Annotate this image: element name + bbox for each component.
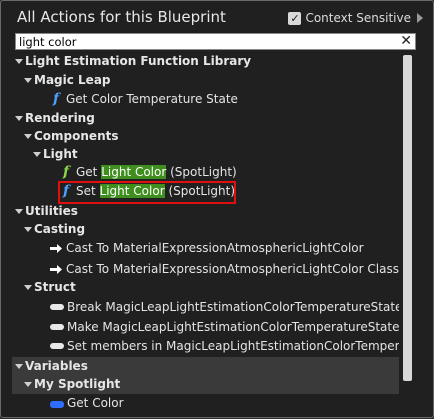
category-label: Casting bbox=[34, 222, 86, 236]
action-set-members-struct[interactable]: Set members in MagicLeapLightEstimationC… bbox=[12, 337, 399, 356]
category-label: My Spotlight bbox=[34, 377, 121, 391]
function-icon: f bbox=[63, 164, 70, 180]
collapse-arrow-icon[interactable] bbox=[15, 209, 23, 214]
struct-pill-icon bbox=[50, 304, 64, 310]
category-struct[interactable]: Struct bbox=[12, 278, 399, 297]
action-cast-atmospheric-light-color[interactable]: Cast To MaterialExpressionAtmosphericLig… bbox=[12, 239, 399, 258]
action-get-light-color[interactable]: f Get Light Color (SpotLight) bbox=[12, 163, 399, 182]
collapse-arrow-icon[interactable] bbox=[15, 59, 23, 64]
collapse-arrow-icon[interactable] bbox=[33, 152, 41, 157]
collapse-arrow-icon[interactable] bbox=[24, 285, 32, 290]
action-label: Get Light Color (SpotLight) bbox=[76, 163, 237, 182]
action-label: Cast To MaterialExpressionAtmosphericLig… bbox=[66, 241, 364, 255]
collapse-arrow-icon[interactable] bbox=[24, 227, 32, 232]
cast-arrow-icon bbox=[50, 265, 62, 274]
action-get-color-temperature-state[interactable]: f Get Color Temperature State bbox=[12, 90, 399, 109]
collapse-arrow-icon[interactable] bbox=[24, 78, 32, 83]
category-light[interactable]: Light bbox=[12, 145, 399, 164]
action-get-color[interactable]: Get Color bbox=[12, 394, 399, 413]
context-sensitive-label: Context Sensitive bbox=[305, 11, 411, 25]
selection-annotation-box bbox=[58, 181, 236, 204]
category-label: Magic Leap bbox=[34, 73, 111, 87]
category-label: Rendering bbox=[25, 111, 95, 125]
collapse-arrow-icon[interactable] bbox=[24, 382, 32, 387]
category-label: Components bbox=[34, 129, 119, 143]
struct-pill-icon bbox=[50, 343, 64, 349]
scrollbar-thumb[interactable] bbox=[403, 55, 412, 381]
category-label: Light Estimation Function Library bbox=[25, 54, 252, 68]
label-suffix: (SpotLight) bbox=[166, 165, 237, 179]
scrollbar[interactable] bbox=[403, 55, 412, 381]
action-break-struct[interactable]: Break MagicLeapLightEstimationColorTempe… bbox=[12, 298, 399, 317]
category-magic-leap[interactable]: Magic Leap bbox=[12, 71, 399, 90]
category-components[interactable]: Components bbox=[12, 127, 399, 146]
context-sensitive-toggle[interactable]: ✓ Context Sensitive bbox=[288, 10, 423, 26]
action-cast-atmospheric-light-color-class[interactable]: Cast To MaterialExpressionAtmosphericLig… bbox=[12, 260, 399, 279]
collapse-arrow-icon[interactable] bbox=[24, 134, 32, 139]
function-icon: f bbox=[53, 91, 60, 107]
collapse-arrow-icon[interactable] bbox=[15, 364, 23, 369]
search-input[interactable] bbox=[19, 34, 389, 49]
clear-search-icon[interactable]: ✕ bbox=[400, 33, 412, 49]
context-sensitive-checkbox[interactable]: ✓ bbox=[288, 11, 302, 25]
action-label: Get Color bbox=[67, 396, 124, 410]
variable-pill-icon bbox=[50, 401, 64, 408]
action-label: Get Color Temperature State bbox=[66, 92, 238, 106]
struct-pill-icon bbox=[50, 324, 64, 330]
category-variables[interactable]: Variables bbox=[12, 357, 399, 376]
category-label: Utilities bbox=[25, 204, 78, 218]
action-label: Break MagicLeapLightEstimationColorTempe… bbox=[67, 300, 399, 314]
action-make-struct[interactable]: Make MagicLeapLightEstimationColorTemper… bbox=[12, 318, 399, 337]
expand-arrow-icon[interactable] bbox=[417, 13, 423, 23]
category-my-spotlight[interactable]: My Spotlight bbox=[12, 375, 399, 394]
action-label: Set members in MagicLeapLightEstimationC… bbox=[67, 339, 399, 353]
category-utilities[interactable]: Utilities bbox=[12, 202, 399, 221]
action-label: Make MagicLeapLightEstimationColorTemper… bbox=[67, 320, 399, 334]
menu-header: All Actions for this Blueprint ✓ Context… bbox=[1, 1, 433, 35]
category-label: Struct bbox=[34, 280, 76, 294]
category-label: Variables bbox=[25, 359, 88, 373]
search-box[interactable]: ✕ bbox=[15, 33, 416, 50]
category-rendering[interactable]: Rendering bbox=[12, 109, 399, 128]
action-tree: Light Estimation Function Library Magic … bbox=[12, 52, 399, 419]
label-prefix: Get bbox=[76, 165, 102, 179]
cast-arrow-icon bbox=[50, 244, 62, 253]
action-label: Cast To MaterialExpressionAtmosphericLig… bbox=[66, 262, 399, 276]
collapse-arrow-icon[interactable] bbox=[15, 116, 23, 121]
blueprint-actions-menu: All Actions for this Blueprint ✓ Context… bbox=[0, 0, 434, 418]
category-casting[interactable]: Casting bbox=[12, 220, 399, 239]
category-label: Light bbox=[43, 147, 78, 161]
category-light-estimation[interactable]: Light Estimation Function Library bbox=[12, 52, 399, 71]
menu-title: All Actions for this Blueprint bbox=[17, 8, 226, 26]
search-match-highlight: Light Color bbox=[101, 165, 167, 179]
